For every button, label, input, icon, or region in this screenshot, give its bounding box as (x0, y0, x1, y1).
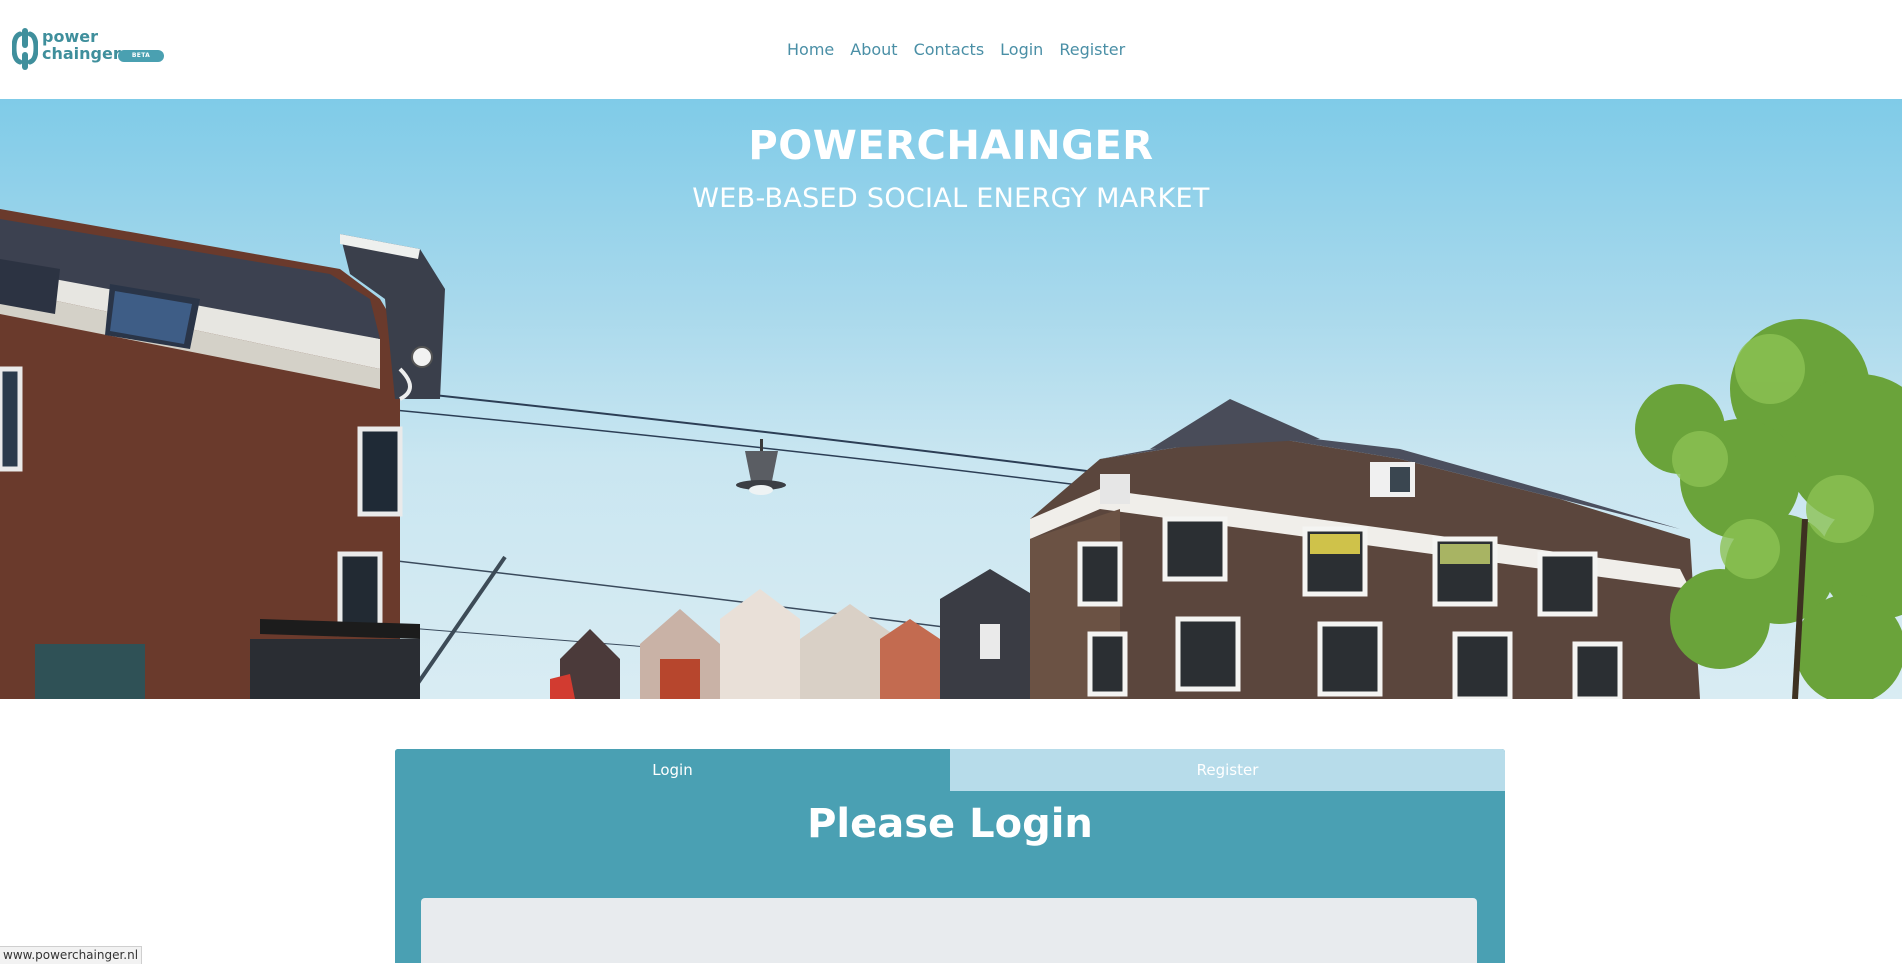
powerchainger-logo[interactable]: power chainger BETA (12, 24, 172, 74)
hero-subtitle: WEB-BASED SOCIAL ENERGY MARKET (692, 183, 1210, 214)
hero-title: POWERCHAINGER (748, 123, 1154, 169)
link-status-bar: www.powerchainger.nl (0, 946, 143, 964)
hero-banner: POWERCHAINGER WEB-BASED SOCIAL ENERGY MA… (0, 99, 1902, 699)
auth-panel: Login Register Please Login (395, 749, 1505, 963)
nav-home[interactable]: Home (787, 37, 834, 63)
tab-register[interactable]: Register (950, 749, 1505, 791)
login-form-card (421, 898, 1477, 963)
plug-logo-icon (12, 28, 38, 70)
nav-register[interactable]: Register (1059, 37, 1125, 63)
site-header: power chainger BETA Home About Contacts … (0, 0, 1902, 99)
nav-about[interactable]: About (850, 37, 897, 63)
nav-contacts[interactable]: Contacts (914, 37, 985, 63)
logo-line-2: chainger (42, 44, 121, 63)
nav-login[interactable]: Login (1000, 37, 1043, 63)
tab-login[interactable]: Login (395, 749, 950, 791)
beta-badge: BETA (118, 50, 164, 62)
main-nav: Home About Contacts Login Register (787, 37, 1141, 63)
logo-wordmark: power chainger (42, 28, 126, 62)
login-heading: Please Login (807, 801, 1093, 847)
logo-line-1: power (42, 27, 98, 46)
